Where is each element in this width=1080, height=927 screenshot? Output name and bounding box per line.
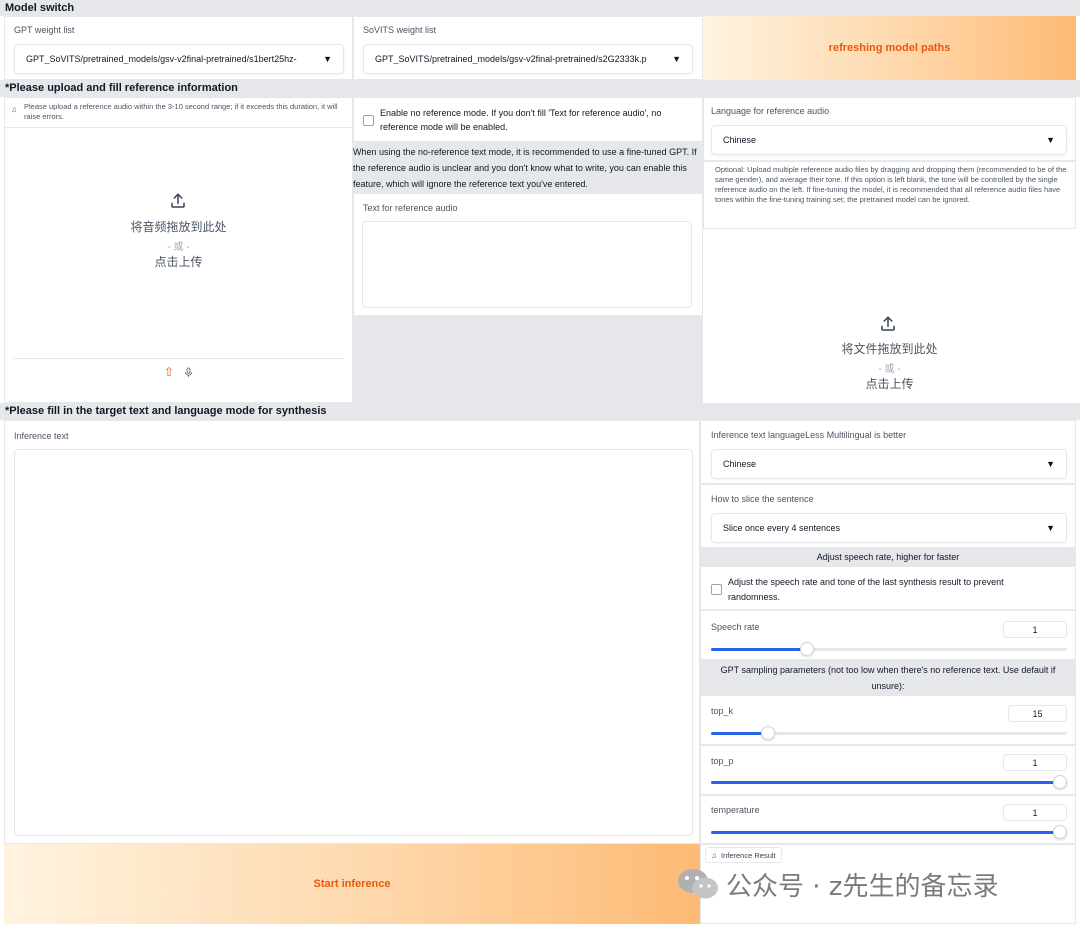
speed-rate-slider[interactable]: [711, 642, 1067, 656]
inference-lang-dropdown[interactable]: Chinese ▼: [711, 449, 1067, 479]
synthesis-section-title: *Please fill in the target text and lang…: [0, 403, 1080, 420]
slice-value: Slice once every 4 sentences: [723, 523, 841, 533]
fix-speed-panel: Adjust the speech rate and tone of the l…: [700, 566, 1076, 610]
topk-thumb[interactable]: [760, 726, 775, 740]
speed-rate-panel: Speech rate 1: [700, 610, 1076, 660]
inference-text-input[interactable]: [14, 449, 693, 836]
slice-dropdown[interactable]: Slice once every 4 sentences ▼: [711, 513, 1067, 543]
audio-hint-text: Please upload a reference audio within t…: [24, 102, 338, 121]
topk-panel: top_k 15: [700, 695, 1076, 745]
gpt-weight-label: GPT weight list: [14, 25, 75, 35]
reference-section-title: *Please upload and fill reference inform…: [0, 80, 1080, 97]
no-ref-panel: Enable no reference mode. If you don't f…: [353, 97, 703, 142]
reference-audio-panel: ♫ Please upload a reference audio within…: [4, 97, 353, 403]
music-note-icon: ♫: [711, 850, 717, 860]
ref-lang-value: Chinese: [723, 135, 757, 145]
topp-panel: top_p 1: [700, 745, 1076, 795]
upload-source-icon[interactable]: ⇧: [164, 365, 174, 379]
topk-input[interactable]: 15: [1008, 705, 1067, 722]
ref-text-panel: Text for reference audio: [353, 193, 703, 316]
gpt-weight-value: GPT_SoVITS/pretrained_models/gsv-v2final…: [26, 54, 297, 64]
sovits-weight-label: SoVITS weight list: [363, 25, 437, 35]
inference-lang-value: Chinese: [723, 459, 757, 469]
file-click-text: 点击上传: [865, 377, 914, 391]
upload-icon: [881, 316, 895, 331]
audio-dropzone[interactable]: 将音频拖放到此处 - 或 - 点击上传: [5, 128, 352, 358]
topp-fill: [711, 781, 1067, 784]
audio-hint: ♫ Please upload a reference audio within…: [5, 98, 352, 128]
ref-text-input[interactable]: [362, 221, 692, 308]
speed-rate-label: Speech rate: [711, 622, 760, 632]
multi-ref-hint-text: Optional: Upload multiple reference audi…: [715, 165, 1067, 204]
gpt-weight-panel: GPT weight list GPT_SoVITS/pretrained_mo…: [4, 16, 353, 80]
inference-lang-panel: Inference text languageLess Multilingual…: [700, 420, 1076, 484]
no-ref-info: When using the no-reference text mode, i…: [353, 147, 697, 189]
audio-source-bar: ⇧: [13, 358, 344, 388]
refresh-model-paths-button[interactable]: refreshing model paths: [703, 16, 1076, 80]
multi-ref-dropzone[interactable]: 将文件拖放到此处 - 或 - 点击上传: [703, 229, 1076, 403]
topk-fill: [711, 732, 768, 735]
watermark-text: 公众号 · z先生的备忘录: [726, 871, 999, 902]
slice-panel: How to slice the sentence Slice once eve…: [700, 484, 1076, 548]
temperature-input[interactable]: 1: [1003, 804, 1067, 821]
ref-lang-label: Language for reference audio: [711, 106, 830, 116]
ref-lang-dropdown[interactable]: Chinese ▼: [711, 125, 1067, 155]
fix-speed-label: Adjust the speech rate and tone of the l…: [728, 577, 1004, 602]
sovits-weight-dropdown[interactable]: GPT_SoVITS/pretrained_models/gsv-v2final…: [363, 44, 693, 74]
topp-thumb[interactable]: [1053, 775, 1067, 789]
sovits-weight-panel: SoVITS weight list GPT_SoVITS/pretrained…: [353, 16, 703, 80]
upload-click-text: 点击上传: [154, 255, 203, 269]
topp-label: top_p: [711, 756, 734, 766]
multi-ref-hint: Optional: Upload multiple reference audi…: [703, 161, 1076, 229]
file-or-text: - 或 -: [878, 364, 901, 375]
speed-header: Adjust speech rate, higher for faster: [700, 548, 1076, 566]
model-switch-title: Model switch: [0, 0, 1080, 16]
chevron-down-icon: ▼: [1046, 135, 1055, 145]
speed-rate-fill: [711, 648, 808, 651]
chevron-down-icon: ▼: [1046, 459, 1055, 469]
inference-result-label: Inference Result: [721, 850, 776, 860]
speed-rate-input[interactable]: 1: [1003, 621, 1067, 638]
slice-label: How to slice the sentence: [711, 494, 814, 504]
inference-result-tag: ♫ Inference Result: [705, 847, 782, 863]
temperature-slider[interactable]: [711, 825, 1067, 839]
topk-label: top_k: [711, 706, 734, 716]
temperature-fill: [711, 831, 1067, 834]
sovits-weight-value: GPT_SoVITS/pretrained_models/gsv-v2final…: [375, 54, 647, 64]
temperature-panel: temperature 1: [700, 795, 1076, 844]
topp-slider[interactable]: [711, 775, 1067, 789]
temperature-thumb[interactable]: [1053, 825, 1067, 839]
no-ref-label: Enable no reference mode. If you don't f…: [380, 108, 662, 132]
gpt-weight-dropdown[interactable]: GPT_SoVITS/pretrained_models/gsv-v2final…: [14, 44, 344, 74]
inference-lang-label: Inference text languageLess Multilingual…: [711, 430, 907, 440]
start-inference-button[interactable]: Start inference: [4, 844, 700, 924]
temperature-label: temperature: [711, 805, 760, 815]
ref-text-label: Text for reference audio: [363, 203, 458, 213]
music-note-icon: ♫: [11, 105, 17, 114]
speed-rate-thumb[interactable]: [800, 642, 815, 656]
upload-drop-text: 将音频拖放到此处: [130, 220, 227, 234]
watermark: 公众号 · z先生的备忘录: [676, 864, 998, 904]
topp-input[interactable]: 1: [1003, 754, 1067, 771]
upload-or-text: - 或 -: [167, 242, 190, 253]
chevron-down-icon: ▼: [323, 54, 332, 64]
gpt-sampling-header: GPT sampling parameters (not too low whe…: [700, 660, 1076, 695]
fix-speed-checkbox[interactable]: [711, 584, 722, 595]
no-ref-checkbox[interactable]: [363, 115, 374, 126]
file-drop-text: 将文件拖放到此处: [841, 342, 938, 356]
upload-icon: [171, 193, 185, 208]
wechat-icon: [678, 869, 718, 899]
topk-slider[interactable]: [711, 726, 1067, 740]
inference-text-panel: Inference text: [4, 420, 700, 844]
chevron-down-icon: ▼: [1046, 523, 1055, 533]
chevron-down-icon: ▼: [672, 54, 681, 64]
inference-text-label: Inference text: [14, 431, 69, 441]
ref-lang-panel: Language for reference audio Chinese ▼: [703, 97, 1076, 161]
microphone-icon[interactable]: [183, 366, 194, 379]
